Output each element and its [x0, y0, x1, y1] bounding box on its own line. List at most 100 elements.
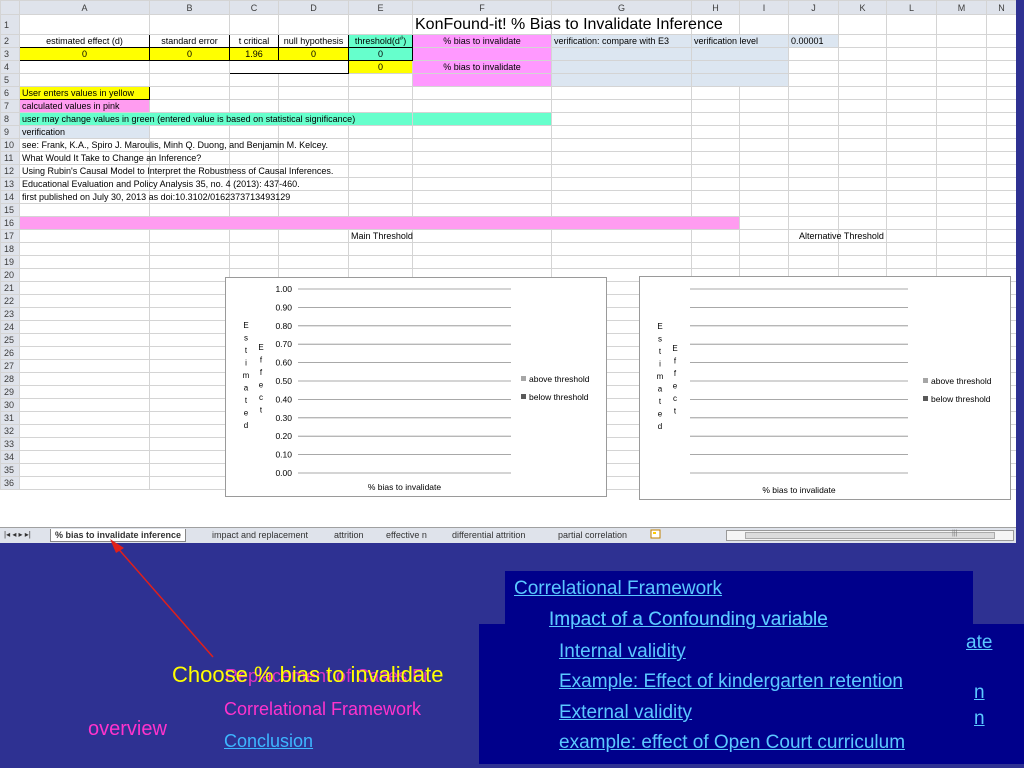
- cell[interactable]: [936, 60, 987, 74]
- col-header[interactable]: B: [149, 0, 230, 15]
- col-header[interactable]: C: [229, 0, 279, 15]
- cell[interactable]: [986, 34, 1016, 48]
- col-header[interactable]: D: [278, 0, 349, 15]
- link-impact-confounding[interactable]: Impact of a Confounding variable: [549, 609, 828, 631]
- col-header[interactable]: G: [551, 0, 692, 15]
- row-header[interactable]: 25: [0, 333, 20, 347]
- cell[interactable]: [788, 73, 839, 87]
- note-pink[interactable]: calculated values in pink: [19, 99, 150, 113]
- cell[interactable]: [348, 73, 413, 87]
- cell[interactable]: [838, 73, 887, 87]
- row-header[interactable]: 13: [0, 177, 20, 191]
- insert-sheet-icon[interactable]: [646, 529, 666, 542]
- threshold-input[interactable]: 0: [348, 47, 413, 61]
- link-conclusion[interactable]: Conclusion: [224, 731, 313, 752]
- col-header[interactable]: I: [739, 0, 789, 15]
- cell[interactable]: [936, 14, 987, 35]
- tab-partial-correlation[interactable]: partial correlation: [554, 529, 631, 542]
- row-header[interactable]: 8: [0, 112, 20, 126]
- col-header[interactable]: K: [838, 0, 887, 15]
- col-header[interactable]: M: [936, 0, 987, 15]
- row-header[interactable]: 29: [0, 385, 20, 399]
- row-header[interactable]: 23: [0, 307, 20, 321]
- cell[interactable]: [691, 60, 789, 74]
- cell[interactable]: [149, 73, 230, 87]
- threshold-header[interactable]: threshold(d#): [348, 34, 413, 48]
- cell[interactable]: [838, 47, 887, 61]
- cell[interactable]: [691, 73, 789, 87]
- row-header[interactable]: 30: [0, 398, 20, 412]
- verification-cell[interactable]: verification: compare with E3: [551, 34, 692, 48]
- link-example-open-court[interactable]: example: effect of Open Court curriculum: [559, 732, 905, 754]
- cell[interactable]: [278, 73, 349, 87]
- row-header[interactable]: 33: [0, 437, 20, 451]
- row-header[interactable]: 28: [0, 372, 20, 386]
- cell[interactable]: [838, 14, 887, 35]
- row-header[interactable]: 17: [0, 229, 20, 243]
- cell[interactable]: [229, 14, 279, 35]
- verification-value-cell[interactable]: 0.00001: [788, 34, 839, 48]
- note-verification[interactable]: verification: [19, 125, 150, 139]
- row-header[interactable]: 16: [0, 216, 20, 230]
- row-header[interactable]: 31: [0, 411, 20, 425]
- link-example-kindergarten[interactable]: Example: Effect of kindergarten retentio…: [559, 671, 903, 693]
- row-header[interactable]: 2: [0, 34, 20, 48]
- cell[interactable]: [986, 47, 1016, 61]
- row-header[interactable]: 7: [0, 99, 20, 113]
- sheet-title-cell[interactable]: KonFound-it! % Bias to Invalidate Infere…: [412, 14, 723, 35]
- cell[interactable]: [936, 73, 987, 87]
- row-header[interactable]: 36: [0, 476, 20, 490]
- citation-line[interactable]: first published on July 30, 2013 as doi:…: [19, 190, 290, 204]
- tab-bias-to-invalidate[interactable]: % bias to invalidate inference: [50, 529, 187, 542]
- cell[interactable]: [229, 60, 349, 74]
- row-header[interactable]: 14: [0, 190, 20, 204]
- row-header[interactable]: 3: [0, 47, 20, 61]
- cell[interactable]: [986, 14, 1016, 35]
- horizontal-scrollbar[interactable]: |||: [726, 530, 1014, 541]
- row-header[interactable]: 22: [0, 294, 20, 308]
- row-header[interactable]: 4: [0, 60, 20, 74]
- citation-line[interactable]: Using Rubin's Causal Model to Interpret …: [19, 164, 333, 178]
- col-header[interactable]: J: [788, 0, 839, 15]
- row-header[interactable]: 10: [0, 138, 20, 152]
- cell[interactable]: [278, 14, 349, 35]
- cell[interactable]: [149, 60, 230, 74]
- cell[interactable]: [691, 47, 789, 61]
- null-hypothesis-input[interactable]: 0: [278, 47, 349, 61]
- cell[interactable]: [149, 14, 230, 35]
- link-correlational-framework-slide[interactable]: Correlational Framework: [224, 699, 421, 720]
- bias-result-cell[interactable]: [412, 47, 552, 61]
- cell[interactable]: [886, 34, 937, 48]
- cell[interactable]: [986, 60, 1016, 74]
- row-header[interactable]: 27: [0, 359, 20, 373]
- t-critical-input[interactable]: 1.96: [229, 47, 279, 61]
- link-partial-n[interactable]: n: [974, 682, 985, 704]
- alt-threshold-chart[interactable]: Es t i m a t e d Ef f e c t% bias to invalidate above…: [639, 276, 1011, 500]
- cell[interactable]: [551, 73, 692, 87]
- tab-navigation-arrows[interactable]: |◂ ◂ ▸ ▸|: [4, 530, 31, 539]
- cell[interactable]: [886, 47, 937, 61]
- cell[interactable]: [19, 73, 150, 87]
- link-correlational-framework[interactable]: Correlational Framework: [514, 578, 722, 600]
- row-header[interactable]: 15: [0, 203, 20, 217]
- col-header[interactable]: F: [412, 0, 552, 15]
- cell[interactable]: [348, 14, 413, 35]
- cell[interactable]: [886, 14, 937, 35]
- row-header[interactable]: 26: [0, 346, 20, 360]
- cell[interactable]: [886, 73, 937, 87]
- row-header[interactable]: 34: [0, 450, 20, 464]
- cell[interactable]: [838, 34, 887, 48]
- tab-impact-replacement[interactable]: impact and replacement: [208, 529, 312, 542]
- tab-effective-n[interactable]: effective n: [382, 529, 431, 542]
- cell[interactable]: [229, 73, 279, 87]
- alt-bias-result-cell[interactable]: [412, 73, 552, 87]
- row-header[interactable]: 20: [0, 268, 20, 282]
- cell[interactable]: [739, 14, 789, 35]
- overview-label[interactable]: overview: [88, 718, 167, 741]
- alt-bias-label[interactable]: % bias to invalidate: [412, 60, 552, 74]
- tab-attrition[interactable]: attrition: [330, 529, 368, 542]
- main-threshold-chart[interactable]: 0.00 0.10 0.20 0.30 0.40 0.50 0.60 0.70 0.80 0.90…: [225, 277, 607, 497]
- cell[interactable]: [788, 60, 839, 74]
- col-header[interactable]: L: [886, 0, 937, 15]
- row-header[interactable]: 18: [0, 242, 20, 256]
